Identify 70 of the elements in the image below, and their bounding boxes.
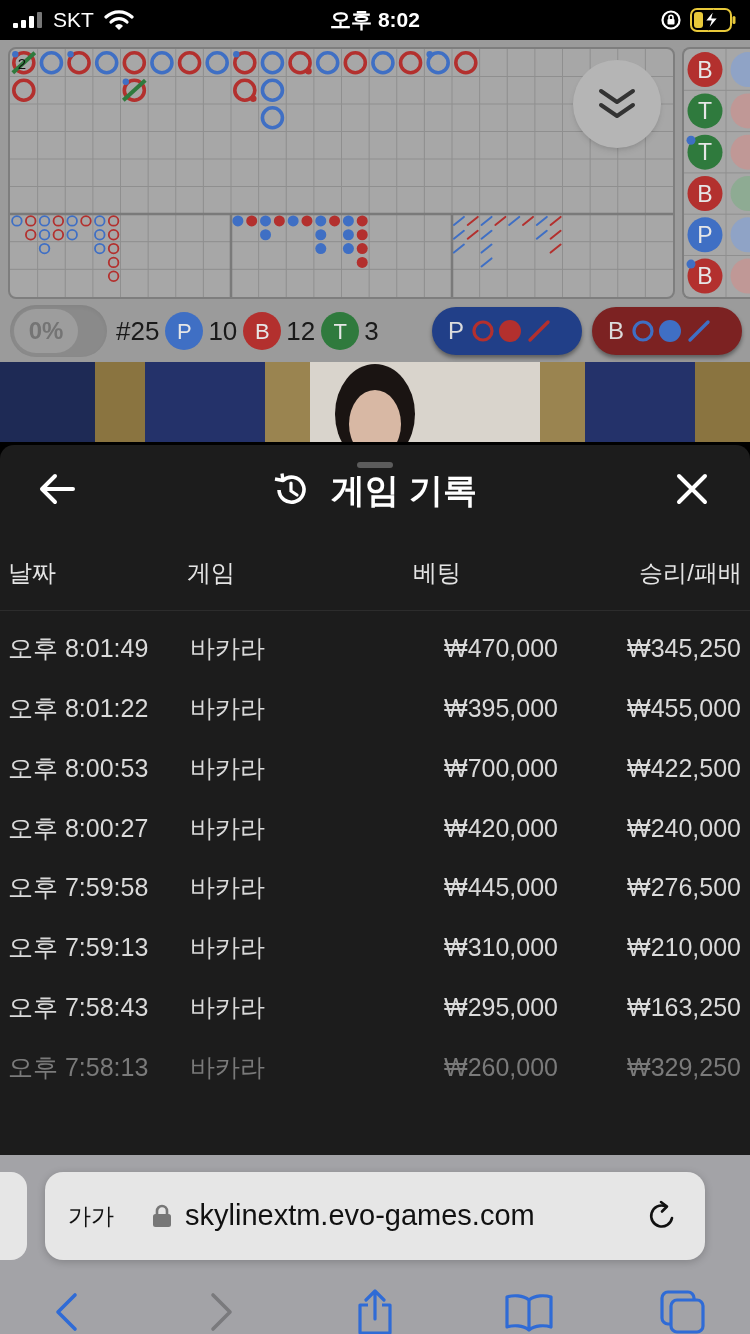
bead-letter: B xyxy=(697,263,713,290)
double-chevron-icon xyxy=(598,87,636,121)
column-header: 승리/패배 xyxy=(639,557,742,588)
table-cell-text: 바카라 xyxy=(190,872,266,904)
table-cell-text: ₩420,000 xyxy=(443,812,558,844)
count-badge: P xyxy=(165,312,204,350)
table-cell-text: ₩240,000 xyxy=(626,812,741,844)
table-cell-text: 바카라 xyxy=(190,812,266,844)
table-cell-text: ₩310,000 xyxy=(443,932,558,964)
carrier-name: SKT xyxy=(53,7,94,34)
round-number: #25 xyxy=(116,314,160,348)
table-cell-text: ₩395,000 xyxy=(443,692,558,724)
table-cell-text: ₩260,000 xyxy=(443,1051,558,1083)
table-cell-text: 오후 7:58:43 xyxy=(8,991,150,1023)
table-cell-text: ₩470,000 xyxy=(443,633,558,665)
back-button[interactable] xyxy=(38,472,76,506)
table-cell-text: 바카라 xyxy=(190,633,266,665)
bead-letter: P xyxy=(697,221,713,248)
table-cell-text: ₩345,250 xyxy=(626,633,741,665)
table-cell-text: 오후 8:01:49 xyxy=(8,633,150,665)
clock-time: 오후 8:02 xyxy=(330,7,420,34)
count-value: 12 xyxy=(286,314,316,348)
wifi-icon xyxy=(103,9,134,31)
table-cell-text: ₩163,250 xyxy=(626,991,741,1023)
table-cell-text: 오후 8:00:27 xyxy=(8,812,150,844)
table-cell-text: ₩295,000 xyxy=(443,991,558,1023)
table-cell-text: 오후 7:59:13 xyxy=(8,932,150,964)
close-button[interactable] xyxy=(676,473,708,505)
table-cell-text: 바카라 xyxy=(190,1051,266,1083)
table-cell-text: 오후 7:59:58 xyxy=(8,872,150,904)
table-cell-text: 바카라 xyxy=(190,692,266,724)
previous-tab-card[interactable] xyxy=(0,1172,27,1260)
bead-letter: T xyxy=(697,139,713,166)
table-cell-text: ₩700,000 xyxy=(443,752,558,784)
bead-letter: T xyxy=(697,97,713,124)
bead-letter: B xyxy=(697,180,713,207)
table-cell-text: 바카라 xyxy=(190,752,266,784)
prediction-button[interactable]: B xyxy=(592,307,742,355)
sheet-title: 게임 기록 xyxy=(331,473,477,507)
table-cell-text: 오후 7:58:13 xyxy=(8,1051,150,1083)
lock-icon xyxy=(152,1204,172,1228)
table-cell-text: 오후 8:00:53 xyxy=(8,752,150,784)
address-bar[interactable]: 가가 skylinextm.evo-games.com xyxy=(45,1172,705,1260)
table-cell-text: ₩210,000 xyxy=(626,932,741,964)
prediction-button[interactable]: P xyxy=(432,307,582,355)
text-size-button[interactable]: 가가 xyxy=(68,1198,114,1234)
count-value: 10 xyxy=(208,314,238,348)
back-arrow-icon xyxy=(38,472,76,506)
table-cell-text: 바카라 xyxy=(190,991,266,1023)
charging-battery-icon xyxy=(690,8,736,32)
table-cell-text: ₩329,250 xyxy=(626,1051,741,1083)
bead-letter: B xyxy=(697,56,713,83)
column-header: 게임 xyxy=(187,557,236,588)
url-text: skylinextm.evo-games.com xyxy=(185,1198,535,1234)
column-header: 날짜 xyxy=(8,557,57,588)
drag-handle[interactable] xyxy=(357,462,393,468)
open-book-icon xyxy=(504,1292,554,1332)
count-badge: T xyxy=(321,312,360,350)
count-value: 3 xyxy=(364,314,379,348)
table-cell-text: ₩422,500 xyxy=(626,752,741,784)
close-icon xyxy=(676,473,708,505)
count-badge: B xyxy=(243,312,282,350)
table-cell-text: 바카라 xyxy=(190,932,266,964)
table-cell-text: ₩276,500 xyxy=(626,872,741,904)
table-cell-text: 오후 8:01:22 xyxy=(8,692,150,724)
share-icon xyxy=(355,1289,395,1334)
table-cell-text: ₩455,000 xyxy=(626,692,741,724)
table-cell-text: ₩445,000 xyxy=(443,872,558,904)
rotation-lock-icon xyxy=(660,9,682,31)
column-header: 베팅 xyxy=(413,557,461,588)
